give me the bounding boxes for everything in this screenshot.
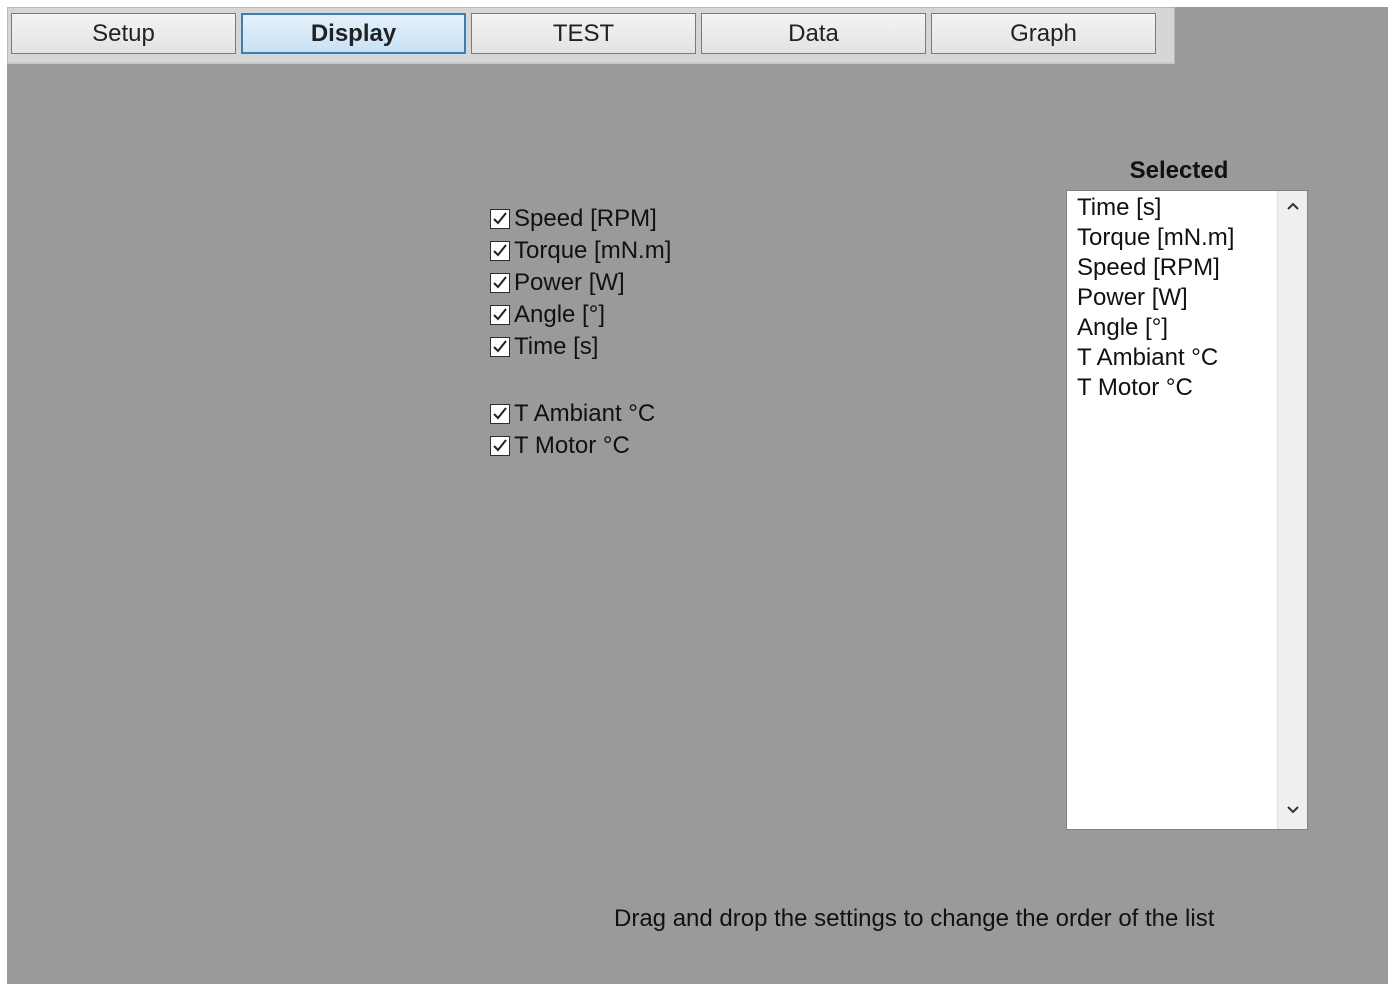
chevron-up-icon — [1286, 202, 1299, 210]
selected-listbox[interactable]: Time [s] Torque [mN.m] Speed [RPM] Power… — [1066, 190, 1308, 830]
tab-graph[interactable]: Graph — [931, 13, 1156, 54]
checkbox-label: Speed [RPM] — [514, 205, 657, 232]
checkbox-checked-icon[interactable] — [490, 436, 510, 456]
tab-setup[interactable]: Setup — [11, 13, 236, 54]
checkbox-label: Torque [mN.m] — [514, 237, 672, 264]
checkbox-speed[interactable]: Speed [RPM] — [490, 205, 657, 233]
scroll-down-button[interactable] — [1278, 797, 1307, 827]
checkbox-label: Power [W] — [514, 269, 625, 296]
chevron-down-icon — [1286, 806, 1299, 814]
list-item[interactable]: Angle [°] — [1077, 313, 1168, 343]
scroll-up-button[interactable] — [1278, 193, 1307, 223]
checkbox-time[interactable]: Time [s] — [490, 333, 598, 361]
list-item[interactable]: T Ambiant °C — [1077, 343, 1218, 373]
tab-data[interactable]: Data — [701, 13, 926, 54]
list-item[interactable]: Speed [RPM] — [1077, 253, 1220, 283]
tab-bar: Setup Display TEST Data Graph — [7, 7, 1175, 64]
list-item[interactable]: Torque [mN.m] — [1077, 223, 1234, 253]
checkbox-checked-icon[interactable] — [490, 273, 510, 293]
checkbox-checked-icon[interactable] — [490, 404, 510, 424]
vertical-scrollbar[interactable] — [1277, 191, 1307, 829]
checkbox-label: Time [s] — [514, 333, 599, 360]
checkbox-t-ambiant[interactable]: T Ambiant °C — [490, 400, 655, 428]
tab-test[interactable]: TEST — [471, 13, 696, 54]
checkbox-t-motor[interactable]: T Motor °C — [490, 432, 630, 460]
checkbox-power[interactable]: Power [W] — [490, 269, 625, 297]
list-item[interactable]: T Motor °C — [1077, 373, 1193, 403]
checkbox-checked-icon[interactable] — [490, 241, 510, 261]
checkbox-label: Angle [°] — [514, 301, 605, 328]
checkbox-label: T Ambiant °C — [514, 400, 656, 427]
checkbox-checked-icon[interactable] — [490, 337, 510, 357]
selected-title: Selected — [1129, 157, 1229, 184]
checkbox-torque[interactable]: Torque [mN.m] — [490, 237, 671, 265]
drag-drop-hint: Drag and drop the settings to change the… — [614, 905, 1215, 932]
checkbox-angle[interactable]: Angle [°] — [490, 301, 605, 329]
checkbox-label: T Motor °C — [514, 432, 630, 459]
checkbox-checked-icon[interactable] — [490, 305, 510, 325]
display-panel: Setup Display TEST Data Graph Speed [RPM… — [7, 7, 1388, 984]
checkbox-checked-icon[interactable] — [490, 209, 510, 229]
list-item[interactable]: Time [s] — [1077, 193, 1161, 223]
tab-display[interactable]: Display — [241, 13, 466, 54]
list-item[interactable]: Power [W] — [1077, 283, 1188, 313]
